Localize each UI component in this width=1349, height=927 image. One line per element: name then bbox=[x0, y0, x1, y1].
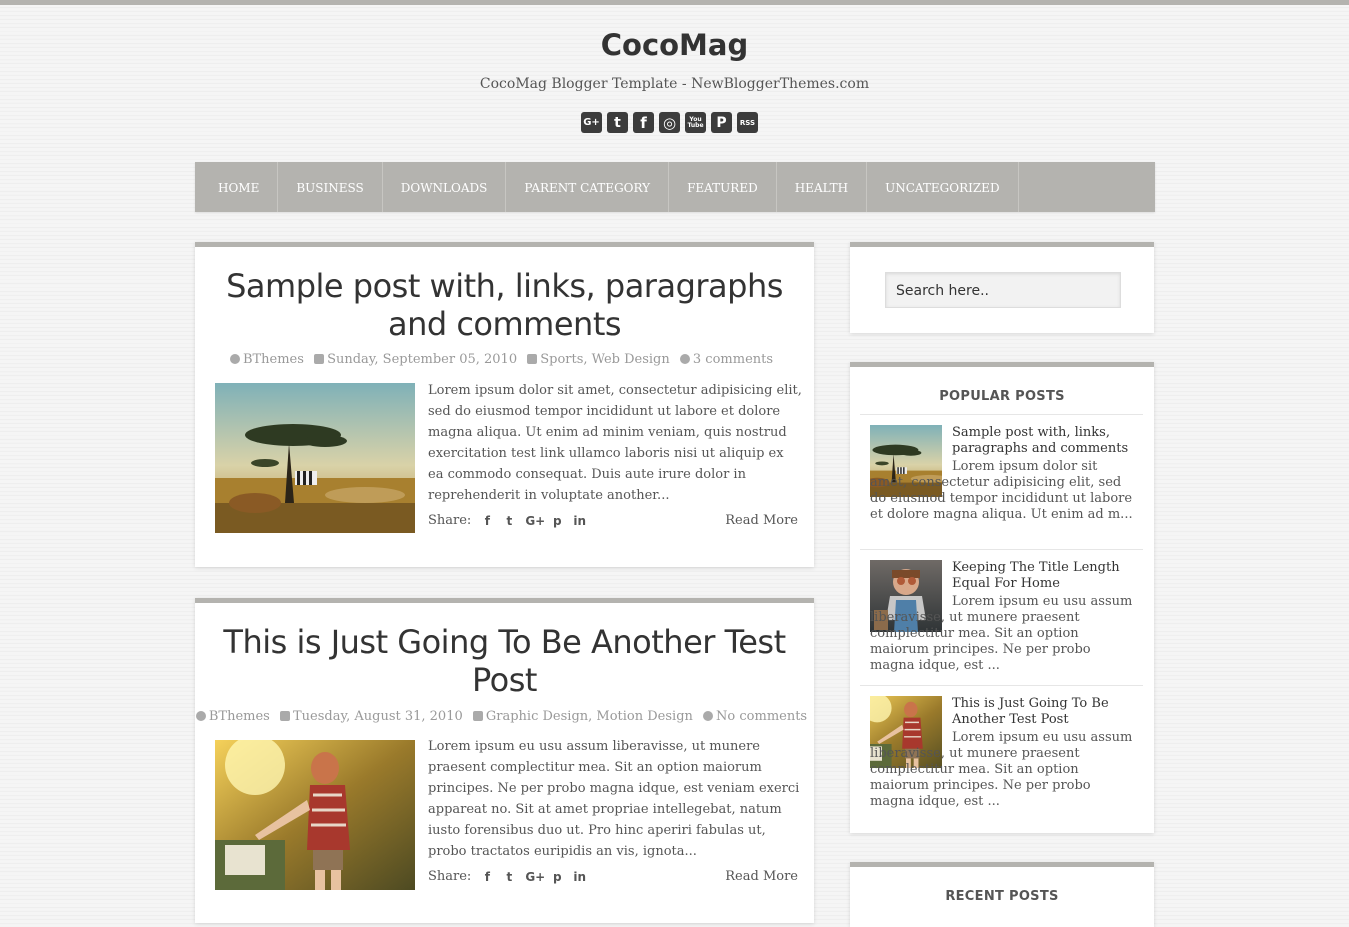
recent-posts-widget: RECENT POSTS bbox=[850, 862, 1154, 927]
user-icon bbox=[229, 354, 240, 364]
youtube-icon[interactable]: You Tube bbox=[685, 112, 706, 133]
share-bar: Share: f t G+ p in bbox=[428, 513, 586, 528]
user-icon bbox=[195, 711, 206, 721]
post-card: Sample post with, links, paragraphs and … bbox=[195, 242, 814, 567]
read-more-link[interactable]: Read More bbox=[725, 513, 798, 528]
nav-item-uncategorized[interactable]: UNCATEGORIZED bbox=[867, 162, 1019, 212]
post-title[interactable]: Sample post with, links, paragraphs and … bbox=[205, 267, 804, 343]
share-bar: Share: f t G+ p in bbox=[428, 869, 586, 884]
post-author[interactable]: BThemes bbox=[243, 352, 304, 367]
popular-post-snippet: Lorem ipsum dolor sit amet, consectetur … bbox=[870, 459, 1133, 522]
google-plus-icon[interactable]: G+ bbox=[525, 870, 545, 884]
post-author[interactable]: BThemes bbox=[209, 709, 270, 724]
post-thumbnail[interactable] bbox=[215, 383, 415, 533]
popular-post-snippet: Lorem ipsum eu usu assum liberavisse, ut… bbox=[870, 594, 1133, 673]
popular-post-item[interactable]: Keeping The Title Length Equal For Home … bbox=[860, 549, 1143, 685]
post-meta: BThemes Sunday, September 05, 2010 Sport… bbox=[195, 352, 814, 367]
rss-icon[interactable]: RSS bbox=[737, 112, 758, 133]
post-title[interactable]: This is Just Going To Be Another Test Po… bbox=[205, 623, 804, 699]
folder-icon bbox=[472, 711, 483, 721]
pinterest-icon[interactable]: P bbox=[711, 112, 732, 133]
calendar-icon bbox=[314, 354, 325, 364]
comments-icon bbox=[703, 711, 714, 721]
nav-item-health[interactable]: HEALTH bbox=[777, 162, 868, 212]
social-icons: G+ t f ◎ You Tube P RSS bbox=[581, 112, 758, 133]
popular-post-title[interactable]: Sample post with, links, paragraphs and … bbox=[952, 425, 1133, 457]
post-comments[interactable]: No comments bbox=[716, 709, 807, 724]
recent-posts-title: RECENT POSTS bbox=[945, 889, 1059, 904]
instagram-icon[interactable]: ◎ bbox=[659, 112, 680, 133]
comments-icon bbox=[679, 354, 690, 364]
post-card: This is Just Going To Be Another Test Po… bbox=[195, 598, 814, 923]
google-plus-icon[interactable]: G+ bbox=[581, 112, 602, 133]
twitter-icon[interactable]: t bbox=[503, 870, 515, 884]
twitter-icon[interactable]: t bbox=[503, 514, 515, 528]
post-thumbnail[interactable] bbox=[215, 740, 415, 890]
nav-item-featured[interactable]: FEATURED bbox=[669, 162, 777, 212]
facebook-icon[interactable]: f bbox=[481, 514, 493, 528]
search-widget: Search here.. bbox=[850, 242, 1154, 333]
popular-post-title[interactable]: This is Just Going To Be Another Test Po… bbox=[952, 696, 1133, 728]
post-meta: BThemes Tuesday, August 31, 2010 Graphic… bbox=[195, 709, 814, 724]
popular-posts-widget: POPULAR POSTS Sample post with, links, p… bbox=[850, 362, 1154, 833]
share-label: Share: bbox=[428, 513, 472, 528]
post-date: Sunday, September 05, 2010 bbox=[327, 352, 518, 367]
nav-item-business[interactable]: BUSINESS bbox=[278, 162, 383, 212]
post-comments[interactable]: 3 comments bbox=[693, 352, 773, 367]
facebook-icon[interactable]: f bbox=[633, 112, 654, 133]
calendar-icon bbox=[280, 711, 290, 721]
folder-icon bbox=[527, 354, 538, 364]
popular-posts-title: POPULAR POSTS bbox=[939, 389, 1065, 404]
popular-post-title[interactable]: Keeping The Title Length Equal For Home bbox=[952, 560, 1133, 592]
linkedin-icon[interactable]: in bbox=[573, 870, 586, 884]
top-accent-bar bbox=[0, 0, 1349, 5]
popular-post-item[interactable]: This is Just Going To Be Another Test Po… bbox=[860, 685, 1143, 821]
share-label: Share: bbox=[428, 869, 472, 884]
twitter-icon[interactable]: t bbox=[607, 112, 628, 133]
post-excerpt: Lorem ipsum eu usu assum liberavisse, ut… bbox=[428, 739, 800, 859]
google-plus-icon[interactable]: G+ bbox=[525, 514, 545, 528]
facebook-icon[interactable]: f bbox=[481, 870, 493, 884]
post-date: Tuesday, August 31, 2010 bbox=[293, 709, 463, 724]
nav-item-downloads[interactable]: DOWNLOADS bbox=[383, 162, 507, 212]
nav-item-home[interactable]: HOME bbox=[195, 162, 279, 212]
search-input[interactable]: Search here.. bbox=[885, 272, 1121, 308]
site-description: CocoMag Blogger Template - NewBloggerThe… bbox=[479, 76, 870, 92]
post-categories[interactable]: Sports, Web Design bbox=[540, 352, 670, 367]
read-more-link[interactable]: Read More bbox=[725, 869, 798, 884]
post-categories[interactable]: Graphic Design, Motion Design bbox=[486, 709, 693, 724]
site-title[interactable]: CocoMag bbox=[0, 28, 1349, 62]
popular-post-item[interactable]: Sample post with, links, paragraphs and … bbox=[860, 414, 1143, 549]
nav-item-parent-category[interactable]: PARENT CATEGORY bbox=[506, 162, 670, 212]
popular-post-snippet: Lorem ipsum eu usu assum liberavisse, ut… bbox=[870, 730, 1133, 809]
post-excerpt: Lorem ipsum dolor sit amet, consectetur … bbox=[428, 383, 802, 503]
main-navigation: HOME BUSINESS DOWNLOADS PARENT CATEGORY … bbox=[195, 162, 1155, 212]
pinterest-icon[interactable]: p bbox=[551, 870, 563, 884]
pinterest-icon[interactable]: p bbox=[551, 514, 563, 528]
linkedin-icon[interactable]: in bbox=[573, 514, 586, 528]
